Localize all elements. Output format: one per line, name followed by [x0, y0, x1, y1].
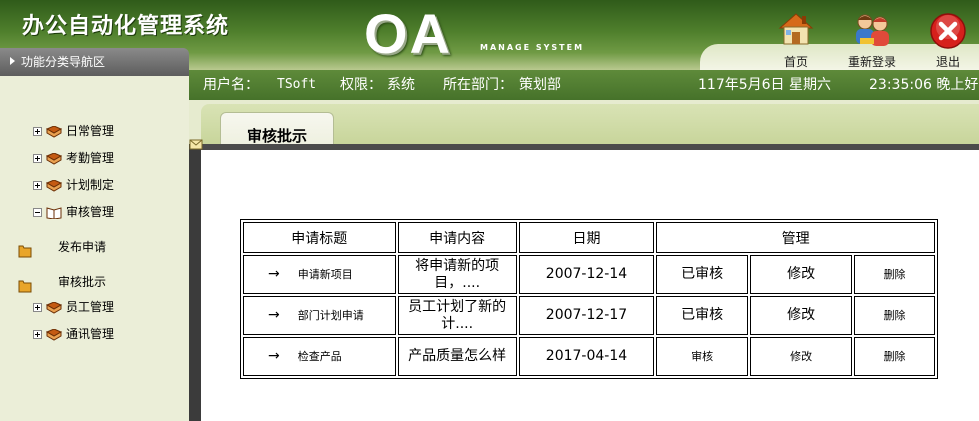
time-display: 23:35:06 晚上好 — [869, 77, 979, 93]
oa-logo: OA — [364, 2, 452, 65]
users-icon — [856, 14, 889, 46]
expand-icon[interactable] — [33, 127, 42, 136]
review-button[interactable]: 审核 — [656, 337, 749, 376]
row-content: 产品质量怎么样 — [397, 337, 517, 376]
relogin-button-label: 重新登录 — [847, 55, 896, 69]
oa-logo-subtitle: MANAGE SYSTEM — [480, 43, 585, 52]
home-button[interactable]: 首页 — [774, 10, 818, 70]
user-info-bar: 用户名： TSoft 权限： 系统 所在部门： 策划部 117年5月6日 星期六… — [189, 70, 979, 100]
book-icon — [46, 328, 62, 341]
row-title[interactable]: 部门计划申请 — [298, 309, 364, 322]
row-title-cell[interactable]: → 检查产品 — [243, 337, 396, 376]
date-display: 117年5月6日 星期六 — [698, 77, 831, 93]
username-label: 用户名： — [203, 77, 259, 93]
review-table: 申请标题 申请内容 日期 管理 → 申请新项目 将申请新的项目，.... 2007… — [240, 219, 938, 379]
house-icon — [778, 13, 814, 45]
sidebar-item-staff[interactable]: 员工管理 — [33, 297, 114, 317]
sidebar-item-daily[interactable]: 日常管理 — [33, 121, 114, 141]
row-content: 将申请新的项目，.... — [397, 255, 517, 294]
row-title[interactable]: 申请新项目 — [298, 268, 353, 281]
exit-button[interactable]: 退出 — [924, 10, 972, 70]
sidebar-item-label: 计划制定 — [66, 178, 115, 192]
relogin-button[interactable]: 重新登录 — [843, 10, 901, 70]
close-icon — [930, 13, 966, 49]
book-icon — [46, 152, 62, 165]
sidebar-subitem-publish[interactable]: 发布申请 — [18, 237, 106, 263]
table-row: → 部门计划申请 员工计划了新的计.... 2007-12-17 已审核 修改 删… — [243, 296, 935, 335]
column-header-content: 申请内容 — [397, 222, 517, 253]
exit-button-label: 退出 — [935, 55, 960, 69]
table-row: → 检查产品 产品质量怎么样 2017-04-14 审核 修改 删除 — [243, 337, 935, 376]
triangle-right-icon — [10, 57, 15, 65]
sidebar-item-label: 员工管理 — [66, 300, 115, 314]
book-icon — [46, 301, 62, 314]
row-title-cell[interactable]: → 部门计划申请 — [243, 296, 396, 335]
sidebar-splitter[interactable] — [189, 144, 201, 421]
folder-icon — [18, 245, 32, 258]
sidebar-item-label: 日常管理 — [66, 124, 115, 138]
nav-section-title[interactable]: 功能分类导航区 — [0, 48, 189, 76]
column-header-date: 日期 — [518, 222, 655, 253]
book-icon — [46, 179, 62, 192]
expand-icon[interactable] — [33, 181, 42, 190]
collapse-icon[interactable] — [33, 208, 42, 217]
status-button[interactable]: 已审核 — [656, 255, 749, 294]
row-title-cell[interactable]: → 申请新项目 — [243, 255, 396, 294]
edit-button[interactable]: 修改 — [750, 337, 853, 376]
permission-value: 系统 — [387, 77, 415, 93]
sidebar-item-planning[interactable]: 计划制定 — [33, 175, 114, 195]
row-date: 2007-12-14 — [518, 255, 655, 294]
sidebar-item-label: 通讯管理 — [66, 327, 115, 341]
delete-button[interactable]: 删除 — [854, 337, 935, 376]
sidebar-item-label: 考勤管理 — [66, 151, 115, 165]
open-book-icon — [46, 206, 62, 219]
sidebar: 日常管理 考勤管理 计划制定 审核管理 发布申请 审核批示 员工管理 通讯管理 — [0, 76, 189, 421]
username-value: TSoft — [277, 77, 317, 92]
sidebar-subitem-label: 发布申请 — [58, 240, 107, 254]
row-content: 员工计划了新的计.... — [397, 296, 517, 335]
expand-icon[interactable] — [33, 154, 42, 163]
arrow-right-icon: → — [268, 266, 280, 282]
edit-button[interactable]: 修改 — [750, 296, 853, 335]
delete-button[interactable]: 删除 — [854, 255, 935, 294]
nav-title-label: 功能分类导航区 — [21, 55, 106, 69]
expand-icon[interactable] — [33, 330, 42, 339]
envelope-icon[interactable] — [189, 138, 203, 150]
row-date: 2017-04-14 — [518, 337, 655, 376]
sidebar-item-review[interactable]: 审核管理 — [33, 202, 114, 222]
home-button-label: 首页 — [783, 55, 808, 69]
sidebar-item-attendance[interactable]: 考勤管理 — [33, 148, 114, 168]
permission-label: 权限： — [340, 77, 382, 93]
table-header-row: 申请标题 申请内容 日期 管理 — [243, 222, 935, 253]
edit-button[interactable]: 修改 — [750, 255, 853, 294]
table-row: → 申请新项目 将申请新的项目，.... 2007-12-14 已审核 修改 删除 — [243, 255, 935, 294]
row-title[interactable]: 检查产品 — [298, 350, 342, 363]
expand-icon[interactable] — [33, 303, 42, 312]
sidebar-item-contacts[interactable]: 通讯管理 — [33, 324, 114, 344]
row-date: 2007-12-17 — [518, 296, 655, 335]
sidebar-subitem-approval[interactable]: 审核批示 — [18, 272, 106, 298]
tab-review-approval[interactable]: 审核批示 — [220, 112, 334, 146]
sidebar-item-label: 审核管理 — [66, 205, 115, 219]
sidebar-subitem-label: 审核批示 — [58, 275, 107, 289]
system-title: 办公自动化管理系统 — [22, 14, 230, 39]
folder-icon — [18, 280, 32, 293]
column-header-title: 申请标题 — [243, 222, 396, 253]
delete-button[interactable]: 删除 — [854, 296, 935, 335]
status-button[interactable]: 已审核 — [656, 296, 749, 335]
column-header-manage: 管理 — [656, 222, 935, 253]
department-value: 策划部 — [519, 77, 561, 93]
book-icon — [46, 125, 62, 138]
arrow-right-icon: → — [268, 307, 280, 323]
department-label: 所在部门： — [443, 77, 513, 93]
arrow-right-icon: → — [268, 348, 280, 364]
